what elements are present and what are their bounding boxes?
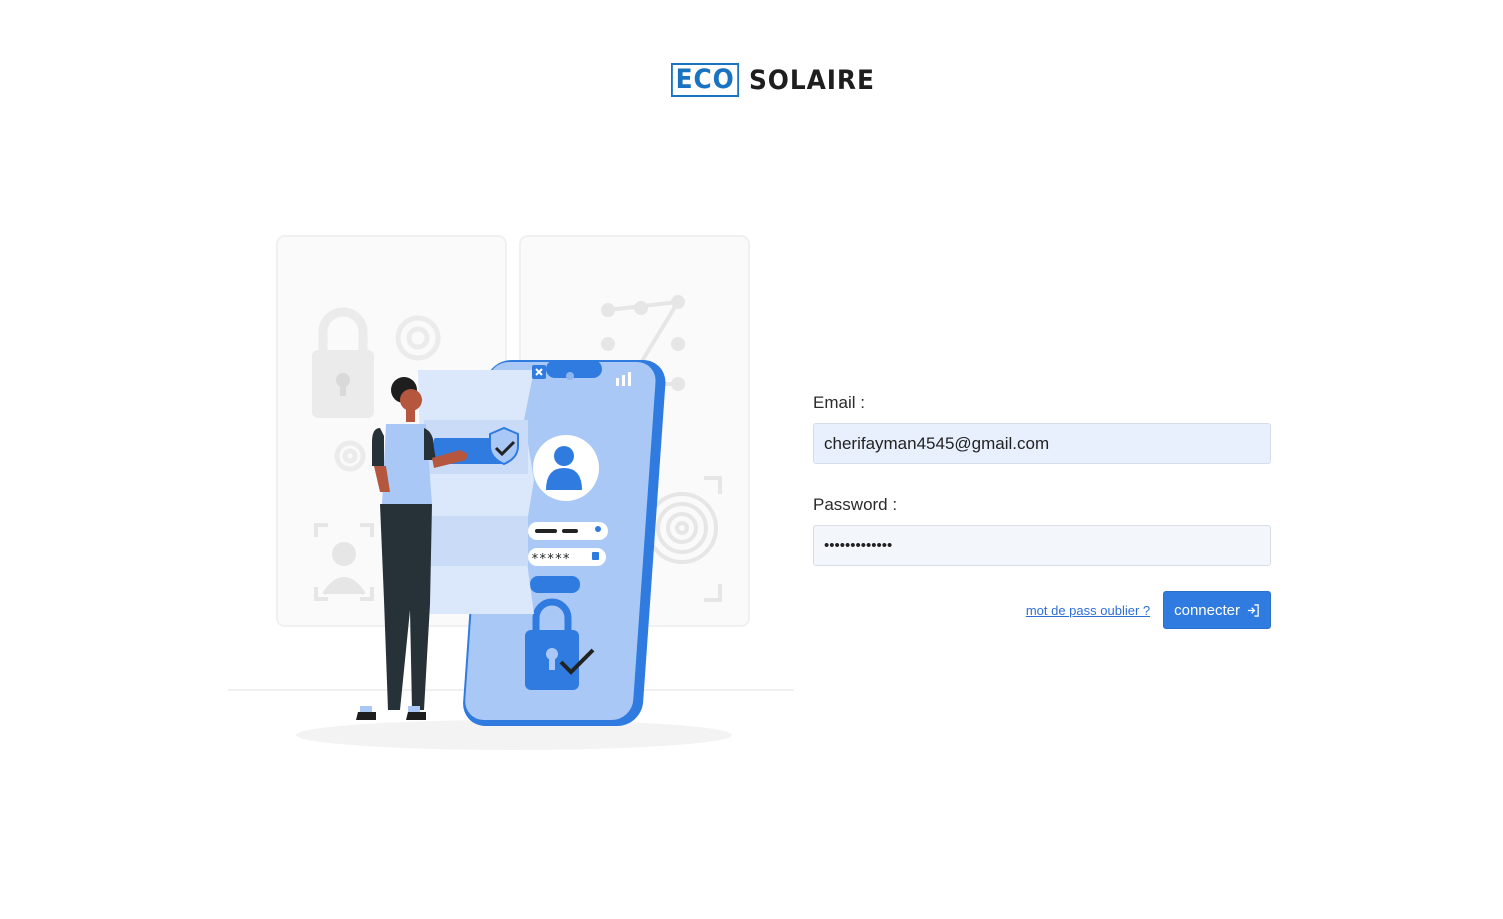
connect-button[interactable]: connecter xyxy=(1163,591,1271,629)
connect-button-label: connecter xyxy=(1174,601,1240,619)
login-illustration: ***** xyxy=(228,235,794,750)
login-form: Email : Password : mot de pass oublier ?… xyxy=(813,392,1271,629)
form-actions: mot de pass oublier ? connecter xyxy=(813,591,1271,629)
masked-password-text: ***** xyxy=(531,552,570,567)
email-label: Email : xyxy=(813,393,865,412)
logo-eco: ECO xyxy=(671,63,740,97)
login-page: ECO SOLAIRE ***** Email: cherifayman454… xyxy=(0,0,1503,919)
screen-sheet xyxy=(418,365,546,614)
forgot-password-link[interactable]: mot de pass oublier ? xyxy=(1026,603,1150,618)
login-icon xyxy=(1247,603,1259,617)
email-field[interactable] xyxy=(813,423,1271,464)
password-field[interactable] xyxy=(813,525,1271,566)
logo-solaire: SOLAIRE xyxy=(749,64,876,96)
password-label: Password : xyxy=(813,495,898,514)
brand-logo: ECO SOLAIRE xyxy=(671,62,886,98)
